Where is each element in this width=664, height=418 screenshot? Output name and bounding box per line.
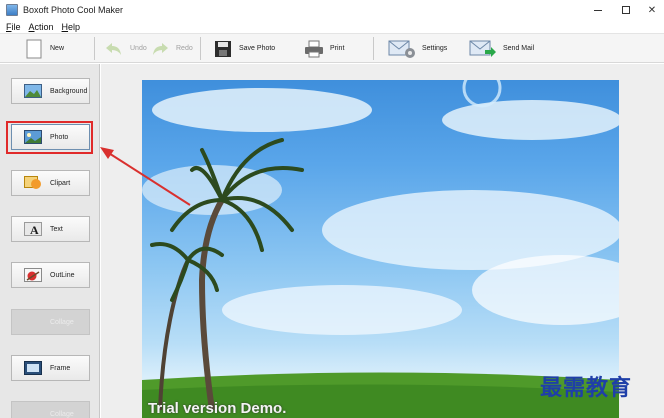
site-watermark: 最需教育 [540, 376, 633, 401]
arrow-head [100, 147, 114, 159]
arrow-line [103, 149, 191, 206]
annotation-arrow [100, 147, 191, 206]
